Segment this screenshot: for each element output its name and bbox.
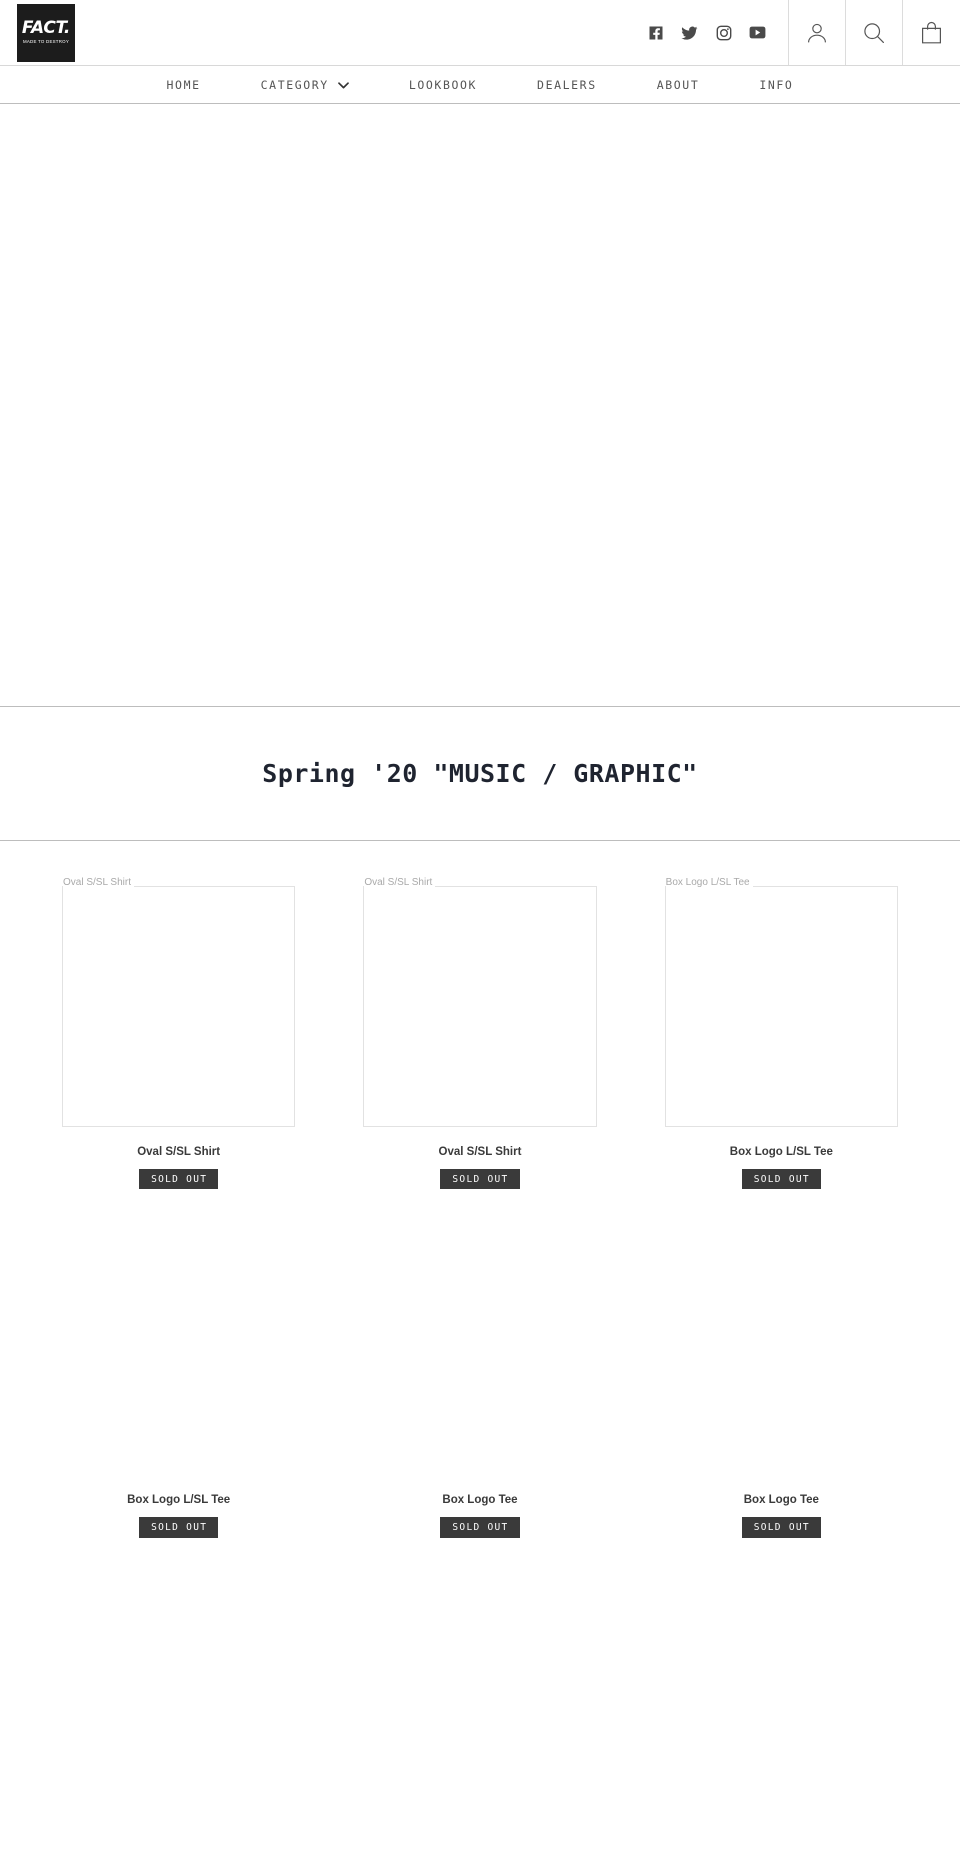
nav-item-lookbook[interactable]: LOOKBOOK [379, 78, 507, 92]
nav-item-info[interactable]: INFO [729, 78, 823, 92]
status-badge[interactable]: SOLD OUT [139, 1168, 219, 1190]
product-card[interactable]: Oval S/SL Shirt Oval S/SL Shirt SOLD OUT [329, 841, 630, 1190]
product-image[interactable]: Box Logo L/SL Tee [664, 877, 898, 1127]
product-image[interactable]: Oval S/SL Shirt [363, 877, 597, 1127]
main-navigation: HOME CATEGORY LOOKBOOK DEALERS ABOUT INF… [0, 66, 960, 104]
nav-label: CATEGORY [260, 77, 329, 92]
status-badge[interactable]: SOLD OUT [440, 1517, 520, 1538]
product-card[interactable]: Box Logo Tee Box Logo Tee SOLD OUT [631, 1189, 932, 1538]
nav-item-dealers[interactable]: DEALERS [507, 78, 627, 92]
nav-item-home[interactable]: HOME [137, 78, 231, 92]
facebook-icon[interactable] [647, 24, 664, 41]
product-title: Box Logo Tee [442, 1494, 518, 1507]
status-badge[interactable]: SOLD OUT [139, 1517, 219, 1538]
product-image[interactable]: Box Logo L/SL Tee [62, 1225, 295, 1466]
product-title: Oval S/SL Shirt [438, 1146, 522, 1158]
hero-banner [0, 104, 960, 707]
chevron-down-icon [337, 78, 349, 92]
product-grid: Oval S/SL Shirt Oval S/SL Shirt SOLD OUT… [0, 841, 960, 1538]
status-badge[interactable]: SOLD OUT [741, 1168, 821, 1190]
youtube-icon[interactable] [749, 24, 766, 41]
status-badge[interactable]: SOLD OUT [741, 1517, 821, 1538]
broken-image-icon [664, 886, 898, 1127]
nav-label: ABOUT [656, 77, 700, 92]
collection-header: Spring '20 "MUSIC / GRAPHIC" [0, 707, 960, 841]
product-card[interactable]: Oval S/SL Shirt Oval S/SL Shirt SOLD OUT [28, 841, 329, 1190]
nav-label: INFO [759, 77, 794, 92]
product-title: Box Logo L/SL Tee [127, 1494, 231, 1507]
product-image[interactable]: Oval S/SL Shirt [62, 877, 296, 1127]
product-title: Box Logo Tee [743, 1494, 819, 1507]
status-badge[interactable]: SOLD OUT [440, 1168, 520, 1190]
product-image-alt: Oval S/SL Shirt [364, 877, 436, 889]
logo-link[interactable]: FACT. MADE TO DESTROY [0, 0, 75, 65]
instagram-icon[interactable] [715, 24, 732, 41]
product-grid-wrapper: Oval S/SL Shirt Oval S/SL Shirt SOLD OUT… [0, 841, 960, 1578]
nav-list: HOME CATEGORY LOOKBOOK DEALERS ABOUT INF… [137, 78, 824, 92]
product-image-alt: Box Logo L/SL Tee [665, 877, 753, 889]
logo-wordmark: FACT. [21, 18, 71, 39]
product-title: Oval S/SL Shirt [137, 1146, 221, 1158]
account-icon[interactable] [788, 0, 845, 65]
header-utilities [788, 0, 960, 65]
product-image[interactable]: Box Logo Tee [363, 1225, 596, 1466]
broken-image-icon [363, 886, 597, 1127]
social-links [647, 0, 788, 65]
twitter-icon[interactable] [681, 24, 698, 41]
cart-icon[interactable] [902, 0, 960, 65]
brand-logo[interactable]: FACT. MADE TO DESTROY [17, 3, 75, 62]
header-spacer [75, 0, 647, 65]
search-icon[interactable] [845, 0, 902, 65]
nav-item-category[interactable]: CATEGORY [231, 78, 379, 92]
product-title: Box Logo L/SL Tee [729, 1146, 833, 1158]
product-image-alt: Oval S/SL Shirt [63, 877, 134, 889]
logo-tagline: MADE TO DESTROY [22, 39, 70, 45]
broken-image-icon [62, 886, 296, 1127]
nav-label: DEALERS [537, 77, 597, 92]
nav-item-about[interactable]: ABOUT [627, 78, 730, 92]
page-title: Spring '20 "MUSIC / GRAPHIC" [262, 759, 698, 788]
product-image[interactable]: Box Logo Tee [665, 1225, 898, 1466]
nav-label: LOOKBOOK [408, 77, 478, 92]
nav-label: HOME [166, 77, 201, 92]
product-card[interactable]: Box Logo L/SL Tee Box Logo L/SL Tee SOLD… [631, 841, 932, 1190]
site-header: FACT. MADE TO DESTROY [0, 0, 960, 66]
product-card[interactable]: Box Logo L/SL Tee Box Logo L/SL Tee SOLD… [28, 1189, 329, 1538]
product-card[interactable]: Box Logo Tee Box Logo Tee SOLD OUT [329, 1189, 630, 1538]
